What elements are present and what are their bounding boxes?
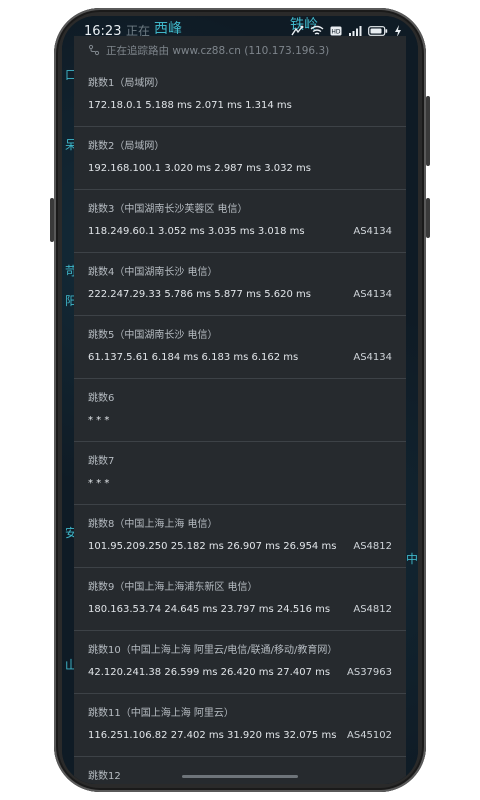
hop-title: 跳数10（中国上海上海 阿里云/电信/联通/移动/教育网） <box>88 645 338 656</box>
hop-detail: 222.247.29.33 5.786 ms 5.877 ms 5.620 ms <box>88 289 311 300</box>
hop-detail: 101.95.209.250 25.182 ms 26.907 ms 26.95… <box>88 541 337 552</box>
hop-title: 跳数6 <box>88 393 115 404</box>
hop-detail-line: 172.18.0.1 5.188 ms 2.071 ms 1.314 ms <box>88 100 392 111</box>
hop-detail-line: 42.120.241.38 26.599 ms 26.420 ms 27.407… <box>88 667 392 678</box>
hop-row: 跳数9（中国上海上海浦东新区 电信） 180.163.53.74 24.645 … <box>74 568 406 631</box>
hop-detail-line: 118.249.60.1 3.052 ms 3.035 ms 3.018 ms A… <box>88 226 392 237</box>
volume-button <box>50 198 54 242</box>
hop-row: 跳数3（中国湖南长沙芙蓉区 电信） 118.249.60.1 3.052 ms … <box>74 190 406 253</box>
hop-title: 跳数3（中国湖南长沙芙蓉区 电信） <box>88 204 248 215</box>
hop-asn: AS4812 <box>353 541 392 552</box>
hop-asn: AS4812 <box>353 604 392 615</box>
hop-detail-line: 101.95.209.250 25.182 ms 26.907 ms 26.95… <box>88 541 392 552</box>
hop-detail-line: 180.163.53.74 24.645 ms 23.797 ms 24.516… <box>88 604 392 615</box>
hop-detail: 118.249.60.1 3.052 ms 3.035 ms 3.018 ms <box>88 226 305 237</box>
hop-title: 跳数5（中国湖南长沙 电信） <box>88 330 218 341</box>
hop-row: 跳数1（局域网） 172.18.0.1 5.188 ms 2.071 ms 1.… <box>74 64 406 127</box>
hop-detail-line: 61.137.5.61 6.184 ms 6.183 ms 6.162 ms AS… <box>88 352 392 363</box>
hop-row: 跳数12 <box>74 757 406 784</box>
hop-row: 跳数8（中国上海上海 电信） 101.95.209.250 25.182 ms … <box>74 505 406 568</box>
hop-row: 跳数7 * * * <box>74 442 406 505</box>
hop-detail-line: 116.251.106.82 27.402 ms 31.920 ms 32.07… <box>88 730 392 741</box>
hop-row: 跳数2（局域网） 192.168.100.1 3.020 ms 2.987 ms… <box>74 127 406 190</box>
hop-detail-line: 192.168.100.1 3.020 ms 2.987 ms 3.032 ms <box>88 163 392 174</box>
route-icon <box>88 44 100 56</box>
hop-detail-line: 222.247.29.33 5.786 ms 5.877 ms 5.620 ms… <box>88 289 392 300</box>
map-label: 中 <box>406 552 418 566</box>
hop-title: 跳数1（局域网） <box>88 78 165 89</box>
hop-asn: AS4134 <box>353 352 392 363</box>
hop-row: 跳数5（中国湖南长沙 电信） 61.137.5.61 6.184 ms 6.18… <box>74 316 406 379</box>
hop-detail: * * * <box>88 415 110 426</box>
hop-asn: AS4134 <box>353 226 392 237</box>
hop-detail-line: * * * <box>88 415 392 426</box>
hop-detail: 180.163.53.74 24.645 ms 23.797 ms 24.516… <box>88 604 331 615</box>
traceroute-dialog: 正在追踪路由 www.cz88.cn (110.173.196.3) 跳数1（局… <box>74 36 406 784</box>
hop-title: 跳数8（中国上海上海 电信） <box>88 519 218 530</box>
side-button <box>426 198 430 238</box>
hop-asn: AS45102 <box>347 730 392 741</box>
hop-row: 跳数4（中国湖南长沙 电信） 222.247.29.33 5.786 ms 5.… <box>74 253 406 316</box>
hop-title: 跳数4（中国湖南长沙 电信） <box>88 267 218 278</box>
hop-title: 跳数7 <box>88 456 115 467</box>
hop-detail: * * * <box>88 478 110 489</box>
hop-detail: 116.251.106.82 27.402 ms 31.920 ms 32.07… <box>88 730 337 741</box>
hop-title: 跳数2（局域网） <box>88 141 165 152</box>
svg-text:HD: HD <box>331 29 341 36</box>
hop-detail: 172.18.0.1 5.188 ms 2.071 ms 1.314 ms <box>88 100 292 111</box>
hop-row: 跳数10（中国上海上海 阿里云/电信/联通/移动/教育网） 42.120.241… <box>74 631 406 694</box>
hop-list: 跳数1（局域网） 172.18.0.1 5.188 ms 2.071 ms 1.… <box>74 64 406 784</box>
hop-title: 跳数11（中国上海上海 阿里云） <box>88 708 234 719</box>
hop-title: 跳数12 <box>88 771 121 782</box>
hop-title: 跳数9（中国上海上海浦东新区 电信） <box>88 582 258 593</box>
hop-asn: AS4134 <box>353 289 392 300</box>
power-button <box>426 96 430 166</box>
hop-detail: 61.137.5.61 6.184 ms 6.183 ms 6.162 ms <box>88 352 299 363</box>
phone-screen: 正在 西峰 铁岭 口 呆 苛 阳 安 中 山 16:23 HD 正在追踪路由 w… <box>62 16 418 784</box>
hop-detail-line: * * * <box>88 478 392 489</box>
hop-row: 跳数11（中国上海上海 阿里云） 116.251.106.82 27.402 m… <box>74 694 406 757</box>
hop-row: 跳数6 * * * <box>74 379 406 442</box>
hop-detail: 192.168.100.1 3.020 ms 2.987 ms 3.032 ms <box>88 163 311 174</box>
dialog-title: 正在追踪路由 www.cz88.cn (110.173.196.3) <box>74 36 406 64</box>
hop-asn: AS37963 <box>347 667 392 678</box>
hop-detail: 42.120.241.38 26.599 ms 26.420 ms 27.407… <box>88 667 331 678</box>
home-indicator[interactable] <box>182 775 298 778</box>
dialog-title-text: 正在追踪路由 www.cz88.cn (110.173.196.3) <box>106 44 330 57</box>
